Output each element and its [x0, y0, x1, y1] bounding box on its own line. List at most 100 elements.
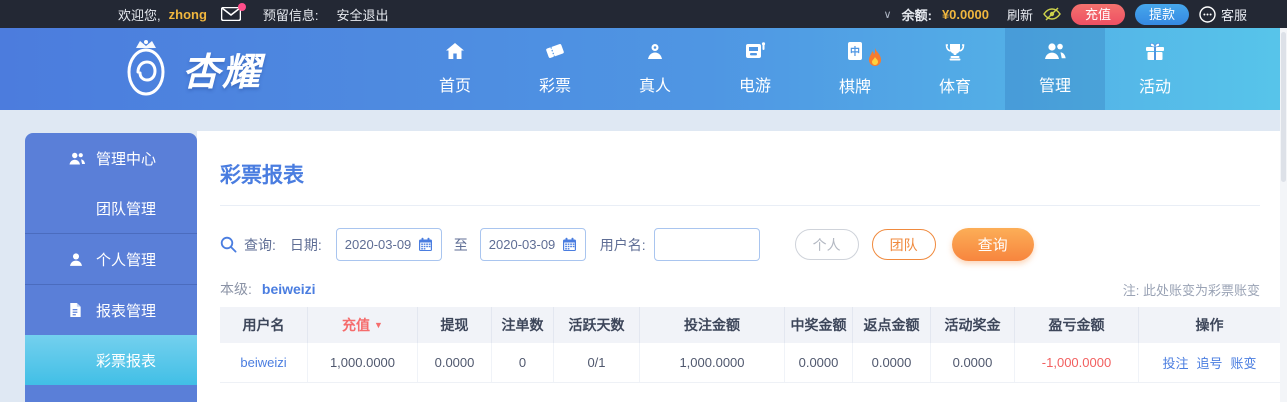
- search-form: 查询: 日期: 2020-03-09 至 2020-03-09 用户名: 个人 …: [220, 228, 1280, 261]
- table-row: beiweizi 1,000.0000 0.0000 0 0/1 1,000.0…: [220, 343, 1280, 383]
- col-rebate-amount: 返点金额: [853, 307, 931, 343]
- gift-icon: [1145, 42, 1165, 66]
- deposit-button[interactable]: 充值: [1071, 4, 1125, 25]
- row-win-amount: 0.0000: [785, 343, 853, 382]
- withdraw-button[interactable]: 提款: [1135, 4, 1189, 25]
- col-withdraw: 提现: [418, 307, 492, 343]
- nav-item-management[interactable]: 管理: [1005, 28, 1105, 110]
- balance-label: 余额:: [902, 5, 932, 24]
- nav-item-home[interactable]: 首页: [405, 28, 505, 110]
- row-withdraw: 0.0000: [418, 343, 492, 382]
- personal-filter-button[interactable]: 个人: [795, 229, 859, 260]
- action-chase-link[interactable]: 追号: [1196, 353, 1222, 372]
- mail-icon[interactable]: [221, 7, 241, 21]
- page: 欢迎您, zhong 预留信息: 安全退出 ∨ 余额: ¥0.0000 刷新 充…: [0, 0, 1287, 402]
- nav-menu: 首页 彩票 真人 电游 中 棋牌 体育: [405, 28, 1205, 110]
- mahjong-tile-icon: 中: [847, 41, 863, 66]
- chevron-down-icon[interactable]: ∨: [884, 8, 892, 21]
- sidebar-item-lottery-report[interactable]: 彩票报表: [25, 335, 197, 385]
- col-profit-loss: 盈亏金额: [1015, 307, 1139, 343]
- level-row: 本级: beiweizi 注: 此处账变为彩票账变: [220, 279, 1260, 299]
- account-change-note: 注: 此处账变为彩票账变: [1123, 280, 1260, 299]
- trophy-icon: [945, 42, 965, 66]
- slot-machine-icon: [744, 42, 766, 65]
- main-content: 彩票报表 查询: 日期: 2020-03-09 至 2020-03-09 用户名…: [197, 131, 1280, 402]
- sidebar-item-report-management[interactable]: 报表管理: [25, 285, 197, 335]
- col-actions: 操作: [1139, 307, 1280, 343]
- query-label: 查询:: [244, 235, 276, 255]
- team-filter-button[interactable]: 团队: [872, 229, 936, 260]
- sidebar: 管理中心 团队管理 个人管理 报表管理 彩票报表: [25, 133, 197, 402]
- brand-name: 杏耀: [182, 41, 262, 96]
- action-bet-link[interactable]: 投注: [1162, 353, 1188, 372]
- topbar: 欢迎您, zhong 预留信息: 安全退出 ∨ 余额: ¥0.0000 刷新 充…: [0, 0, 1287, 28]
- ticket-icon: [545, 42, 565, 65]
- welcome-text: 欢迎您,: [118, 5, 161, 24]
- sidebar-item-management-center[interactable]: 管理中心: [25, 133, 197, 183]
- date-to-input[interactable]: 2020-03-09: [480, 228, 586, 261]
- user-icon: [68, 252, 86, 267]
- brand-emblem-icon: [118, 36, 174, 100]
- scrollbar-thumb[interactable]: [1281, 32, 1286, 182]
- col-bet-amount: 投注金额: [640, 307, 785, 343]
- nav-item-egames[interactable]: 电游: [705, 28, 805, 110]
- reserved-info-label: 预留信息:: [263, 5, 319, 24]
- col-username: 用户名: [220, 307, 308, 343]
- col-deposit-sortable[interactable]: 充值 ▼: [308, 307, 418, 343]
- chat-icon: [1199, 6, 1216, 23]
- search-icon: [220, 236, 237, 253]
- nav-item-sports[interactable]: 体育: [905, 28, 1005, 110]
- report-icon: [68, 302, 86, 318]
- page-title: 彩票报表: [220, 159, 1280, 189]
- level-label: 本级:: [220, 279, 252, 299]
- title-divider: [220, 205, 1260, 206]
- level-username-link[interactable]: beiweizi: [262, 281, 316, 297]
- sort-desc-icon: ▼: [374, 320, 383, 330]
- row-profit-loss: -1,000.0000: [1042, 355, 1111, 370]
- col-activity-bonus: 活动奖金: [931, 307, 1015, 343]
- col-active-days: 活跃天数: [554, 307, 640, 343]
- date-label: 日期:: [290, 235, 322, 255]
- customer-service-label: 客服: [1221, 5, 1247, 24]
- sidebar-item-personal-management[interactable]: 个人管理: [25, 234, 197, 284]
- row-username-link[interactable]: beiweizi: [240, 355, 286, 370]
- hot-flame-icon: [867, 48, 883, 73]
- main-navbar: 杏耀 首页 彩票 真人 电游 中 棋牌: [0, 28, 1287, 110]
- to-label: 至: [454, 235, 468, 255]
- nav-item-promotions[interactable]: 活动: [1105, 28, 1205, 110]
- row-bet-amount: 1,000.0000: [640, 343, 785, 382]
- table-header-row: 用户名 充值 ▼ 提现 注单数 活跃天数 投注金额 中奖金额 返点金额 活动奖金…: [220, 307, 1280, 343]
- home-icon: [445, 42, 465, 65]
- scrollbar-track[interactable]: [1280, 28, 1287, 402]
- balance-value: ¥0.0000: [942, 7, 989, 22]
- row-rebate-amount: 0.0000: [853, 343, 931, 382]
- calendar-icon: [562, 237, 577, 252]
- nav-item-lottery[interactable]: 彩票: [505, 28, 605, 110]
- row-active-days: 0/1: [554, 343, 640, 382]
- live-person-icon: [645, 42, 665, 65]
- search-button[interactable]: 查询: [952, 228, 1034, 261]
- date-from-input[interactable]: 2020-03-09: [336, 228, 442, 261]
- brand-logo[interactable]: 杏耀: [118, 36, 262, 100]
- svg-text:中: 中: [850, 45, 860, 58]
- username-label: 用户名:: [600, 235, 646, 255]
- nav-item-boardgames[interactable]: 中 棋牌: [805, 28, 905, 110]
- row-activity-bonus: 0.0000: [931, 343, 1015, 382]
- customer-service-button[interactable]: 客服: [1199, 5, 1247, 24]
- sidebar-item-next[interactable]: [25, 385, 197, 402]
- col-bet-count: 注单数: [492, 307, 554, 343]
- users-icon: [68, 151, 86, 166]
- refresh-link[interactable]: 刷新: [1007, 5, 1033, 24]
- logout-link[interactable]: 安全退出: [337, 5, 389, 24]
- col-win-amount: 中奖金额: [785, 307, 853, 343]
- eye-slash-icon[interactable]: [1043, 7, 1061, 21]
- action-account-change-link[interactable]: 账变: [1231, 353, 1257, 372]
- notification-dot: [238, 3, 246, 11]
- calendar-icon: [418, 237, 433, 252]
- row-bet-count: 0: [492, 343, 554, 382]
- username-input[interactable]: [654, 228, 760, 261]
- nav-item-live[interactable]: 真人: [605, 28, 705, 110]
- users-icon: [1043, 42, 1067, 65]
- row-deposit: 1,000.0000: [308, 343, 418, 382]
- sidebar-item-team-management[interactable]: 团队管理: [25, 183, 197, 233]
